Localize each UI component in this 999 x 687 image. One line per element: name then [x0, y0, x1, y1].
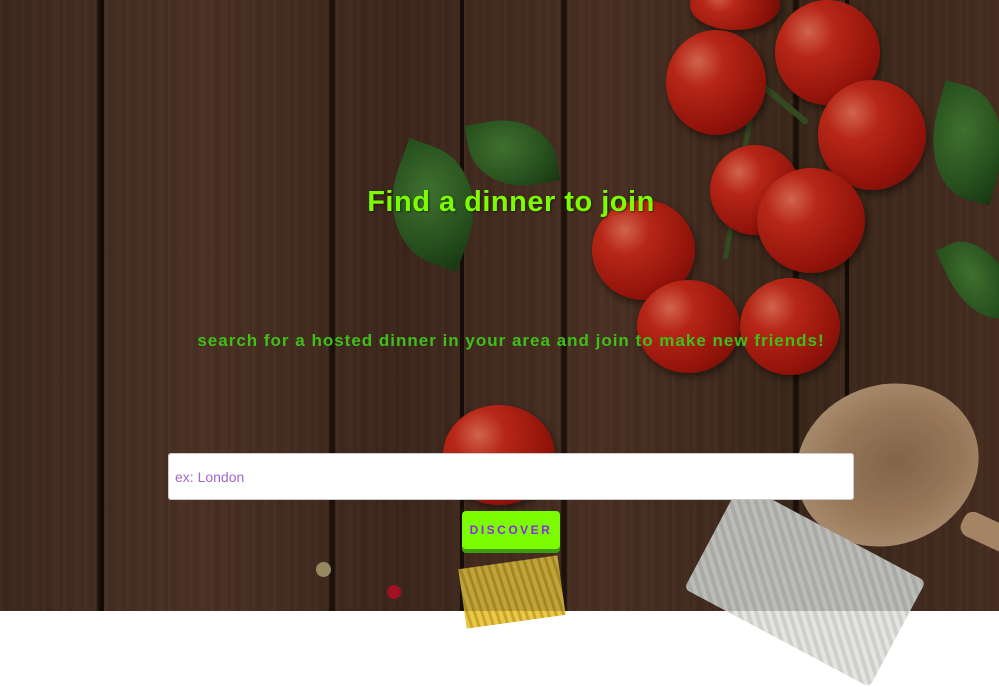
page-title: Find a dinner to join: [367, 186, 655, 218]
discover-button[interactable]: DISCOVER: [462, 511, 560, 549]
location-search-input[interactable]: [168, 453, 854, 500]
page-subtitle: search for a hosted dinner in your area …: [197, 331, 825, 350]
